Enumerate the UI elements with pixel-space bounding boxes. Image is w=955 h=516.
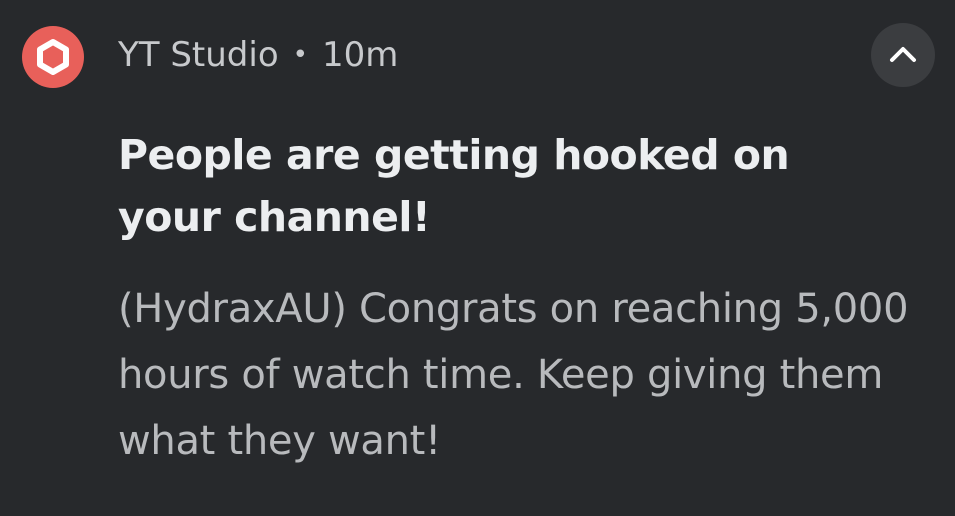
collapse-button[interactable] — [871, 23, 935, 87]
notification-time: 10m — [321, 35, 399, 75]
notification-header: YT Studio • 10m — [118, 30, 398, 80]
header-separator: • — [292, 40, 308, 70]
notification-body: (HydraxAU) Congrats on reaching 5,000 ho… — [118, 286, 909, 464]
chevron-up-icon — [890, 47, 916, 62]
notification-title: People are getting hooked on your channe… — [118, 131, 790, 241]
notification-card[interactable]: YT Studio • 10m People are getting hooke… — [0, 0, 955, 516]
app-name: YT Studio — [118, 35, 279, 75]
yt-studio-app-icon — [22, 26, 84, 88]
